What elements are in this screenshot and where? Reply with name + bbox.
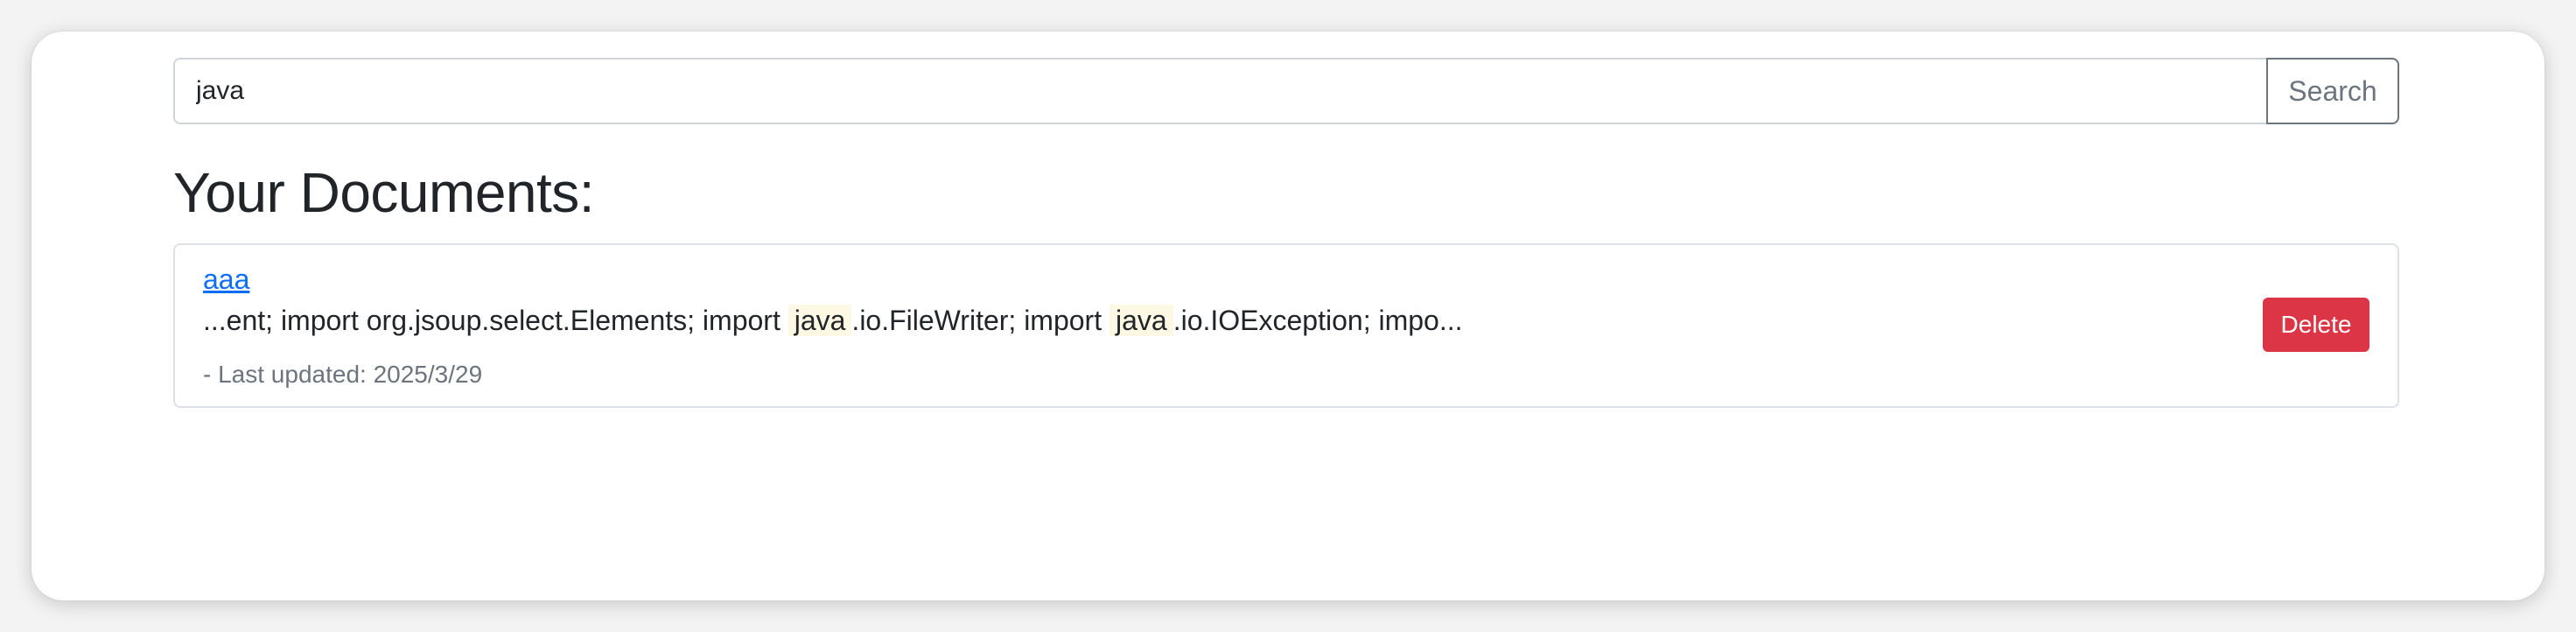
main-container: Search Your Documents: aaa ...ent; impor… [173, 58, 2399, 408]
search-bar: Search [173, 58, 2399, 124]
document-title-link[interactable]: aaa [203, 263, 249, 296]
search-input[interactable] [173, 58, 2266, 124]
page-title: Your Documents: [173, 161, 595, 224]
document-list: aaa ...ent; import org.jsoup.select.Elem… [173, 243, 2399, 408]
snippet-text: ...ent; import org.jsoup.select.Elements… [203, 305, 788, 336]
search-button[interactable]: Search [2266, 58, 2399, 124]
snippet-text: .io.FileWriter; import [851, 305, 1110, 336]
search-highlight: java [788, 305, 852, 336]
document-card: aaa ...ent; import org.jsoup.select.Elem… [173, 243, 2399, 408]
document-snippet: ...ent; import org.jsoup.select.Elements… [203, 301, 1463, 341]
delete-button[interactable]: Delete [2263, 298, 2370, 352]
search-highlight: java [1109, 305, 1173, 336]
last-updated-text: - Last updated: 2025/3/29 [203, 361, 483, 388]
snippet-text: .io.IOException; impo... [1172, 305, 1463, 336]
app-window: Search Your Documents: aaa ...ent; impor… [32, 32, 2544, 600]
